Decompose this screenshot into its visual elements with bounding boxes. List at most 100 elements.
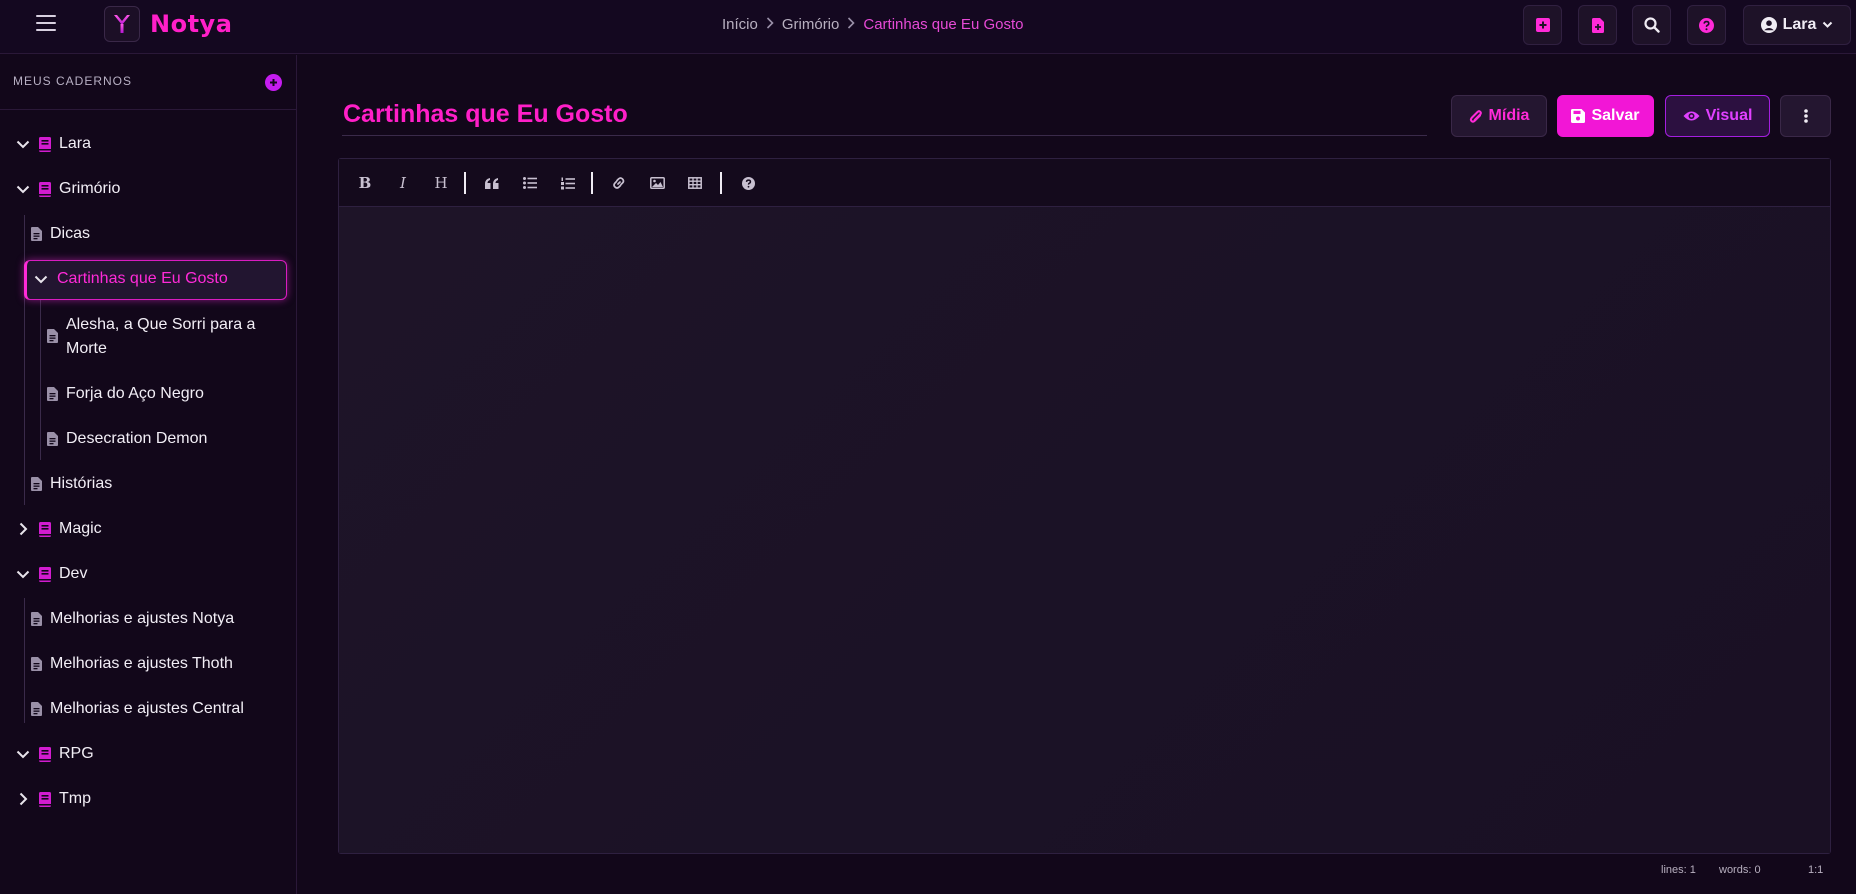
save-button[interactable]: Salvar — [1557, 95, 1654, 137]
new-notebook-button[interactable] — [1523, 5, 1562, 45]
chevron-right-icon — [847, 17, 856, 32]
link-button[interactable] — [607, 171, 631, 195]
document-icon — [47, 387, 58, 401]
tree-item-label: Forja do Aço Negro — [66, 385, 204, 402]
user-circle-icon — [1760, 17, 1777, 33]
toolbar-divider — [591, 172, 593, 194]
image-button[interactable] — [645, 171, 669, 195]
chevron-right-icon[interactable] — [15, 521, 31, 537]
save-button-label: Salvar — [1591, 107, 1640, 124]
chevron-down-icon[interactable] — [15, 136, 31, 152]
tree-guide-line — [40, 300, 41, 460]
tree-notebook-grimorio[interactable]: Grimório — [15, 180, 120, 198]
markdown-editor: B I H — [338, 158, 1831, 854]
tree-item-label: Alesha, a Que Sorri para a Morte — [66, 313, 255, 361]
table-button[interactable] — [683, 171, 707, 195]
tree-item-label: Dicas — [50, 225, 91, 242]
notebook-icon — [39, 746, 51, 762]
document-icon — [31, 657, 42, 671]
new-document-button[interactable] — [1578, 5, 1617, 45]
eye-icon — [1683, 111, 1700, 121]
tree-notebook-lara[interactable]: Lara — [15, 135, 91, 153]
notebook-icon — [39, 181, 51, 197]
breadcrumb-current: Cartinhas que Eu Gosto — [863, 16, 1024, 33]
search-button[interactable] — [1632, 5, 1671, 45]
quote-button[interactable] — [480, 171, 504, 195]
file-plus-icon — [1591, 17, 1604, 33]
tree-notebook-rpg[interactable]: RPG — [15, 745, 94, 763]
question-circle-icon — [741, 176, 755, 190]
chevron-down-icon[interactable] — [15, 566, 31, 582]
editor-text-area[interactable] — [339, 207, 1830, 853]
tree-document-dicas[interactable]: Dicas — [31, 225, 90, 243]
plus-square-icon — [1535, 18, 1550, 32]
tree-document-desecration[interactable]: Desecration Demon — [47, 430, 207, 448]
document-icon — [31, 612, 42, 626]
chevron-down-icon[interactable] — [15, 746, 31, 762]
tree-item-label: Histórias — [50, 475, 113, 492]
tree-document-historias[interactable]: Histórias — [31, 475, 112, 493]
tree-item-label: Desecration Demon — [66, 430, 208, 447]
chevron-right-icon[interactable] — [15, 791, 31, 807]
status-words: words: 0 — [1719, 864, 1761, 876]
status-cursor: 1:1 — [1808, 864, 1824, 876]
tree-notebook-magic[interactable]: Magic — [15, 520, 102, 538]
tree-document-thoth[interactable]: Melhorias e ajustes Thoth — [31, 655, 233, 673]
link-icon — [613, 177, 625, 189]
logo-icon — [114, 15, 130, 33]
chevron-down-icon — [1823, 21, 1833, 28]
user-name: Lara — [1782, 16, 1817, 33]
document-icon — [31, 477, 42, 491]
breadcrumb-notebook[interactable]: Grimório — [782, 16, 840, 33]
search-icon — [1643, 17, 1660, 33]
unordered-list-button[interactable] — [518, 171, 542, 195]
chevron-down-icon[interactable] — [33, 271, 49, 287]
list-icon — [523, 177, 537, 189]
app-name[interactable]: Notya — [150, 10, 232, 38]
breadcrumb-home[interactable]: Início — [722, 16, 758, 33]
ordered-list-button[interactable] — [556, 171, 580, 195]
status-lines: lines: 1 — [1661, 864, 1696, 876]
tree-item-label: Lara — [59, 135, 92, 152]
breadcrumb: Início Grimório Cartinhas que Eu Gosto — [722, 16, 1023, 33]
markdown-guide-button[interactable] — [736, 171, 760, 195]
document-title-input[interactable]: Cartinhas que Eu Gosto — [342, 95, 1427, 136]
tree-notebook-dev[interactable]: Dev — [15, 565, 87, 583]
document-icon — [31, 702, 42, 716]
tree-document-alesha[interactable]: Alesha, a Que Sorri para a Morte — [47, 313, 255, 361]
chevron-down-icon[interactable] — [15, 181, 31, 197]
sidebar-title: MEUS CADERNOS — [13, 74, 133, 88]
ordered-list-icon — [561, 177, 575, 189]
tree-notebook-tmp[interactable]: Tmp — [15, 790, 91, 808]
heading-button[interactable]: H — [429, 171, 453, 195]
menu-icon[interactable] — [36, 15, 56, 33]
add-notebook-button[interactable] — [265, 74, 282, 91]
vertical-ellipsis-icon — [1803, 109, 1808, 123]
sidebar-header: MEUS CADERNOS — [0, 55, 296, 110]
image-icon — [649, 177, 665, 189]
document-icon — [31, 227, 42, 241]
toolbar-divider — [720, 172, 722, 194]
app-logo[interactable] — [104, 6, 140, 42]
tree-item-label-line: Alesha, a Que Sorri para a — [66, 316, 256, 333]
tree-item-label: Dev — [59, 565, 88, 582]
tree-guide-line — [24, 598, 25, 723]
tree-document-cartinhas[interactable]: Cartinhas que Eu Gosto — [33, 270, 228, 288]
tree-item-label: Magic — [59, 520, 102, 537]
italic-button[interactable]: I — [391, 171, 415, 195]
media-button-label: Mídia — [1488, 107, 1530, 124]
more-options-button[interactable] — [1780, 95, 1831, 137]
tree-document-forja[interactable]: Forja do Aço Negro — [47, 385, 204, 403]
top-bar: Notya Início Grimório Cartinhas que Eu G… — [0, 0, 1856, 54]
visual-preview-button[interactable]: Visual — [1665, 95, 1770, 137]
tree-document-central[interactable]: Melhorias e ajustes Central — [31, 700, 244, 718]
notebook-icon — [39, 136, 51, 152]
bold-button[interactable]: B — [353, 171, 377, 195]
media-button[interactable]: Mídia — [1451, 95, 1547, 137]
tree-item-label: Grimório — [59, 180, 121, 197]
user-menu-button[interactable]: Lara — [1743, 5, 1851, 45]
tree-item-label: Tmp — [59, 790, 91, 807]
help-button[interactable] — [1687, 5, 1726, 45]
tree-document-notya[interactable]: Melhorias e ajustes Notya — [31, 610, 234, 628]
quote-icon — [485, 177, 499, 189]
